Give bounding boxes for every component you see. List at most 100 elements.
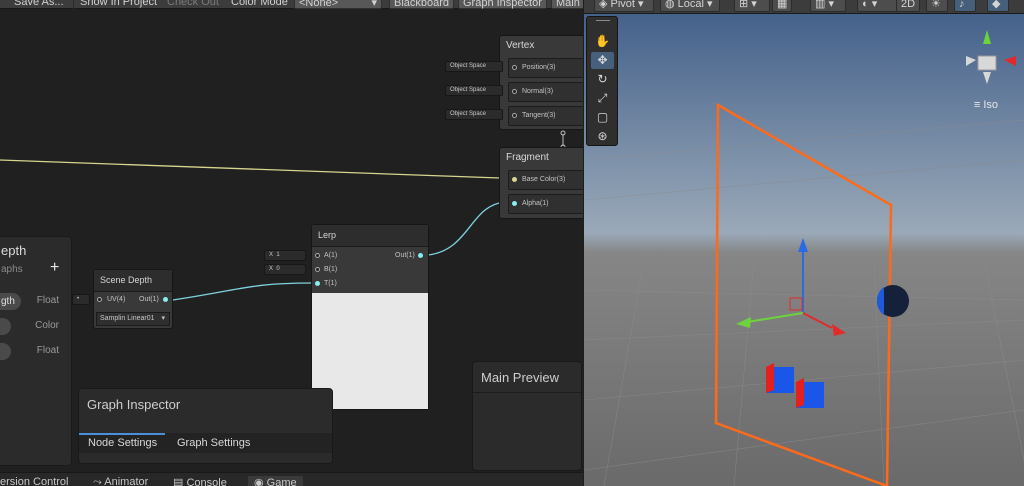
tab-version-control[interactable]: ersion Control xyxy=(0,476,68,486)
fragment-port-alpha[interactable]: Alpha(1) xyxy=(508,194,583,214)
gamepad-icon: ◉ xyxy=(254,477,264,486)
b-value: 0 xyxy=(276,266,280,272)
port-dot[interactable] xyxy=(512,65,517,70)
2d-toggle[interactable]: 2D xyxy=(896,0,920,12)
projection-label[interactable]: ≡ Iso xyxy=(974,99,998,111)
pivot-dropdown[interactable]: ◈ Pivot ▾ xyxy=(594,0,654,12)
projection-value: Iso xyxy=(983,99,998,111)
port-dot[interactable] xyxy=(512,177,517,182)
snap-icon: ▦ xyxy=(777,0,788,10)
uv-port-dot[interactable] xyxy=(97,297,102,302)
scene-depth-node[interactable]: Scene Depth UV(4) Out(1) Samplin Linear0… xyxy=(93,269,173,329)
axis-label: X xyxy=(269,252,274,258)
scene-canvas xyxy=(584,0,1024,486)
property-pill-float[interactable] xyxy=(0,343,11,360)
inspector-tab-bar: Node Settings Graph Settings xyxy=(79,433,332,453)
tab-node-settings[interactable]: Node Settings xyxy=(88,437,157,449)
grid-snap-toggle[interactable]: ⊞ ▾ xyxy=(734,0,770,12)
add-property-button[interactable]: + xyxy=(50,259,59,277)
lighting-toggle[interactable]: ☀ xyxy=(926,0,948,12)
grid-visibility-toggle[interactable]: ▥ ▾ xyxy=(810,0,846,12)
draw-mode-dropdown[interactable]: ◐ ▾ xyxy=(857,0,897,12)
tab-label: Console xyxy=(186,477,227,486)
graph-inspector-panel[interactable]: Graph Inspector Node Settings Graph Sett… xyxy=(78,388,333,464)
effects-toggle[interactable]: ◆ xyxy=(987,0,1009,12)
port-label: Base Color(3) xyxy=(522,176,566,183)
lerp-node[interactable]: Lerp A(1) B(1) T(1) Out(1) xyxy=(311,224,429,410)
chevron-down-icon: ▾ xyxy=(371,0,377,9)
lerp-out-dot[interactable] xyxy=(418,253,423,258)
a-value: 1 xyxy=(276,252,280,258)
object-space-input-tangent[interactable]: Object Space xyxy=(445,109,503,120)
vertex-port-normal[interactable]: Normal(3) xyxy=(508,82,583,102)
pivot-icon: ◈ xyxy=(599,0,608,10)
property-pill-depth[interactable]: gth xyxy=(0,293,21,310)
tab-console[interactable]: ▤ Console xyxy=(173,476,227,486)
drag-handle-icon[interactable] xyxy=(596,20,610,21)
check-out-button[interactable]: Check Out xyxy=(167,0,219,9)
port-dot[interactable] xyxy=(512,89,517,94)
graph-inspector-toggle[interactable]: Graph Inspector xyxy=(458,0,547,9)
object-space-input-position[interactable]: Object Space xyxy=(445,61,503,72)
rect-icon: ▢ xyxy=(596,110,609,124)
local-dropdown[interactable]: ◍ Local ▾ xyxy=(660,0,720,12)
vertex-context[interactable]: Vertex Position(3) Normal(3) Tangent(3) xyxy=(499,35,583,130)
lerp-port-b-dot[interactable] xyxy=(315,267,320,272)
shader-graph-window[interactable]: Save As... Show In Project Check Out Col… xyxy=(0,0,583,486)
fragment-port-base-color[interactable]: Base Color(3) xyxy=(508,170,583,190)
show-in-project-button[interactable]: Show In Project xyxy=(80,0,157,9)
vertex-port-position[interactable]: Position(3) xyxy=(508,58,583,78)
local-label: Local xyxy=(677,0,704,10)
audio-toggle[interactable]: ♪ xyxy=(954,0,976,12)
port-dot[interactable] xyxy=(512,113,517,118)
grid-snap-icon: ⊞ xyxy=(739,0,749,10)
color-mode-dropdown[interactable]: <None> ▾ xyxy=(294,0,382,9)
port-dot[interactable] xyxy=(512,201,517,206)
lerp-a-input[interactable]: X 1 xyxy=(264,250,306,261)
axis-label: X xyxy=(269,266,274,272)
move-tool-button[interactable]: ✥ xyxy=(591,52,614,69)
grid-icon: ▥ xyxy=(815,0,826,10)
tab-game[interactable]: ◉ Game xyxy=(248,476,303,486)
graph-toolbar: Save As... Show In Project Check Out Col… xyxy=(0,0,583,9)
save-as-button[interactable]: Save As... xyxy=(14,0,64,9)
shading-icon: ◐ xyxy=(862,0,869,10)
scene-depth-out-port: Out(1) xyxy=(139,296,159,303)
lerp-port-a-dot[interactable] xyxy=(315,253,320,258)
blackboard-title: epth xyxy=(1,243,27,258)
tab-animator[interactable]: ⤳ Animator xyxy=(93,476,148,486)
lerp-port-t-dot[interactable] xyxy=(315,281,320,286)
out-port-dot[interactable] xyxy=(163,297,168,302)
lightbulb-icon: ☀ xyxy=(931,0,941,10)
main-preview-panel[interactable]: Main Preview xyxy=(472,361,582,471)
scene-view[interactable]: ≡ Iso ◈ Pivot ▾ ◍ Local ▾ ⊞ ▾ ▦ ▥ ▾ ◐ ▾ … xyxy=(584,0,1024,486)
blackboard-toggle[interactable]: Blackboard xyxy=(389,0,455,9)
rotate-icon: ↻ xyxy=(597,72,608,86)
rect-tool-button[interactable]: ▢ xyxy=(591,109,614,126)
transform-tool-button[interactable]: ⊛ xyxy=(591,128,614,145)
lerp-b-input[interactable]: X 0 xyxy=(264,264,306,275)
transform-icon: ⊛ xyxy=(597,129,608,143)
port-label: Normal(3) xyxy=(522,88,554,95)
fragment-context[interactable]: Fragment Base Color(3) Alpha(1) xyxy=(499,147,583,219)
blackboard-panel[interactable]: epth aphs + gth Float Color Float xyxy=(0,236,72,466)
scale-tool-button[interactable]: ⤢ xyxy=(591,90,614,107)
cube-object-1[interactable] xyxy=(766,363,794,393)
vertex-port-tangent[interactable]: Tangent(3) xyxy=(508,106,583,126)
hand-icon: ✋ xyxy=(595,34,610,48)
divider xyxy=(473,392,581,393)
snap-increment-button[interactable]: ▦ xyxy=(772,0,792,12)
object-space-input-normal[interactable]: Object Space xyxy=(445,85,503,96)
sampling-dropdown[interactable]: Samplin Linear01 ▾ xyxy=(96,312,170,326)
tab-graph-settings[interactable]: Graph Settings xyxy=(177,437,250,449)
cube-object-2[interactable] xyxy=(796,378,824,408)
uv-input[interactable]: • xyxy=(72,294,90,305)
animator-icon: ⤳ xyxy=(93,476,102,486)
lerp-port-out: Out(1) xyxy=(395,252,415,259)
rotate-tool-button[interactable]: ↻ xyxy=(591,71,614,88)
graph-inspector-title: Graph Inspector xyxy=(87,397,181,412)
property-type-float-2: Float xyxy=(36,345,59,356)
property-pill-color[interactable] xyxy=(0,318,11,335)
hand-tool-button[interactable]: ✋ xyxy=(591,33,614,50)
main-preview-toggle[interactable]: Main xyxy=(551,0,583,9)
